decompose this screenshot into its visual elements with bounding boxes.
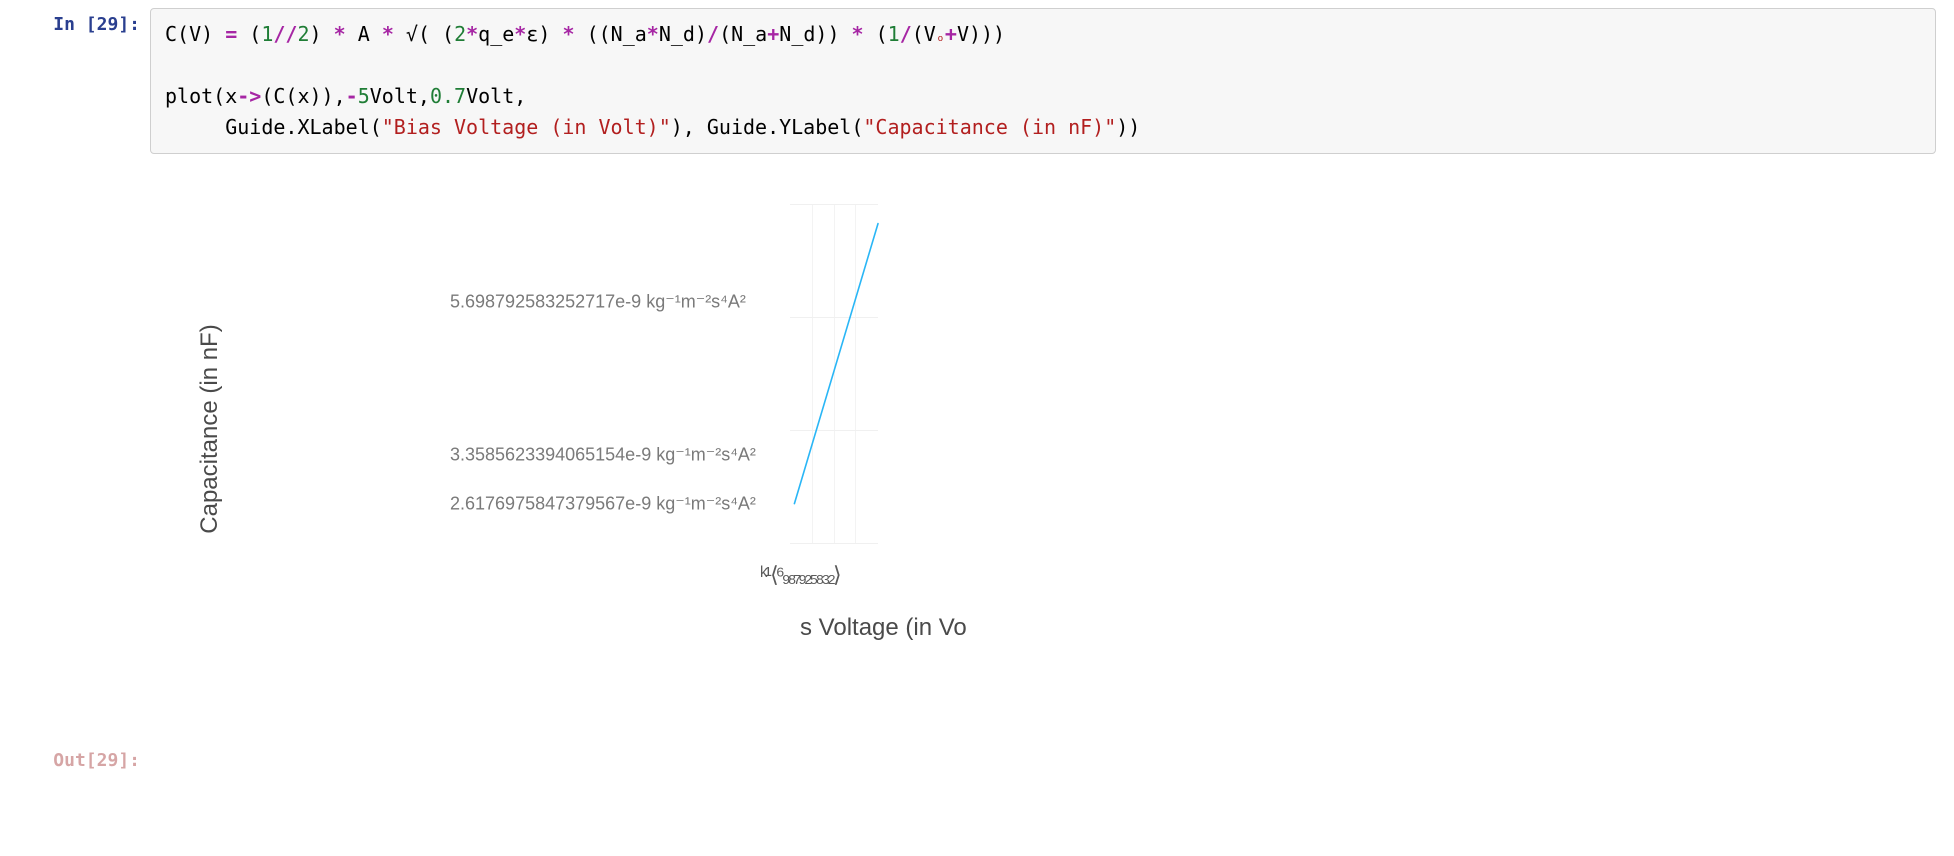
code-token: ) [310,22,334,46]
code-token: * [562,22,586,46]
code-token: * [334,22,358,46]
code-token: ( ( [418,22,454,46]
output-cell: Out[29]: [0,744,1954,774]
code-token: 1 [261,22,273,46]
code-token: q_e [478,22,514,46]
output-row: Capacitance (in nF) 5.698792583252717e-9… [0,164,1954,664]
code-token: plot(x [165,84,237,108]
capacitance-chart: Capacitance (in nF) 5.698792583252717e-9… [150,194,1250,664]
code-token: "Bias Voltage (in Volt)" [382,115,671,139]
code-token: (V [912,22,936,46]
code-token: ((N_a [587,22,647,46]
code-token: / [900,22,912,46]
code-token: Volt, [466,84,526,108]
code-token: 2 [454,22,466,46]
code-token: ε [526,22,538,46]
code-token: -> [237,84,261,108]
code-token: * [514,22,526,46]
x-tick-overlapped: ᵏ¹ ⟨⁶₉₈₇₉₂₅₈₃₂⟩ [760,562,960,588]
code-token: - [346,84,358,108]
code-token: * [852,22,876,46]
code-token: )) [1116,115,1140,139]
code-token: // [273,22,297,46]
code-token: V))) [957,22,1005,46]
code-editor[interactable]: C(V) = (1//2) * A * √( (2*q_e*ε) * ((N_a… [150,8,1936,154]
code-token: Volt, [370,84,430,108]
output-prompt: Out[29]: [0,748,150,774]
code-token: ₒ [936,27,945,45]
x-axis-label: s Voltage (in Vo [800,614,975,642]
prompt-out-close: ]: [118,750,140,771]
code-token: Guide.XLabel( [165,115,382,139]
code-token: 2 [297,22,309,46]
code-token: A [358,22,382,46]
code-token: "Capacitance (in nF)" [863,115,1116,139]
code-token: ( [876,22,888,46]
code-token: (C(x)), [261,84,345,108]
output-area: Capacitance (in nF) 5.698792583252717e-9… [150,164,1250,664]
code-token: = [213,22,249,46]
code-token: / [707,22,719,46]
output-prompt-spacer [0,164,150,664]
y-axis-label: Capacitance (in nF) [196,324,224,533]
prompt-out-number: 29 [97,750,119,771]
code-token: + [945,22,957,46]
input-prompt: In [29]: [0,4,150,164]
code-token: N_d)) [779,22,851,46]
series-line [790,204,878,544]
prompt-in-number: 29 [97,14,119,35]
code-token: * [647,22,659,46]
code-token: + [767,22,779,46]
code-token: ), Guide.YLabel( [671,115,864,139]
prompt-in-label: In [ [53,14,96,35]
plot-panel [790,204,878,544]
y-tick-1: 3.3585623394065154e-9 kg⁻¹m⁻²s⁴A² [450,445,780,466]
code-token: 5 [358,84,370,108]
code-token: 1 [888,22,900,46]
code-token: C(V) [165,22,213,46]
code-token: 0.7 [430,84,466,108]
y-tick-0: 5.698792583252717e-9 kg⁻¹m⁻²s⁴A² [450,292,780,313]
prompt-in-close: ]: [118,14,140,35]
code-token: ) [538,22,562,46]
code-token: N_d) [659,22,707,46]
code-token: * [382,22,406,46]
y-tick-2: 2.6176975847379567e-9 kg⁻¹m⁻²s⁴A² [450,493,780,514]
code-token: (N_a [719,22,767,46]
code-token: √ [406,22,418,46]
input-cell: In [29]: C(V) = (1//2) * A * √( (2*q_e*ε… [0,0,1954,164]
prompt-out-label: Out[ [53,750,96,771]
code-token: * [466,22,478,46]
code-token: ( [249,22,261,46]
